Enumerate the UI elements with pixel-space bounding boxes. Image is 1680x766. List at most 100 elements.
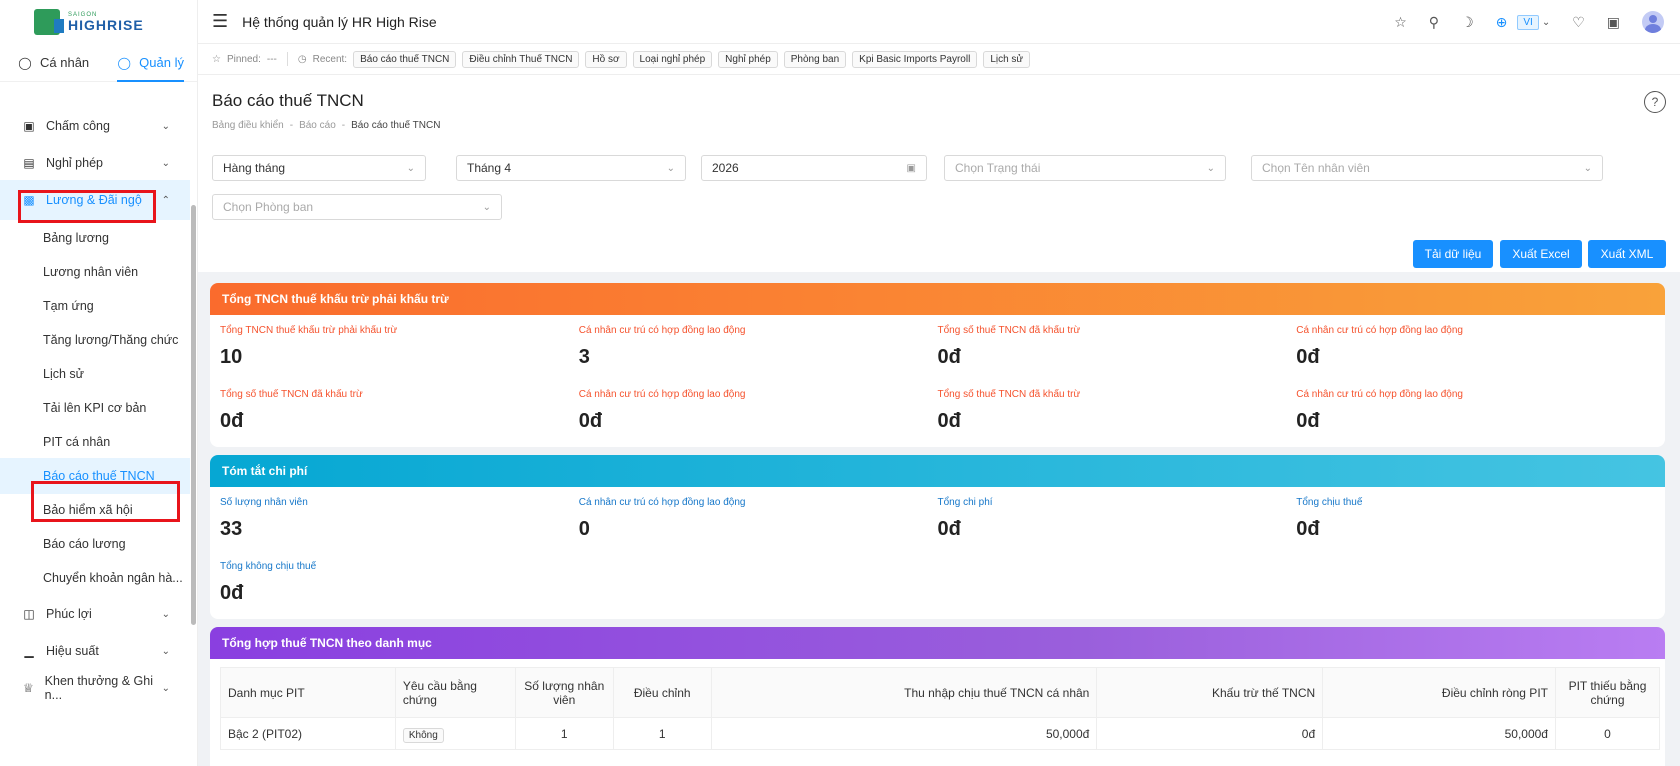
money-icon: ▩: [23, 193, 35, 207]
stat-label: Tổng TNCN thuế khấu trừ phải khấu trừ: [220, 325, 398, 336]
status-select[interactable]: Chọn Trạng thái ⌄: [944, 155, 1226, 181]
recent-chip[interactable]: Lịch sử: [983, 50, 1031, 68]
stat-label: Cá nhân cư trú có hợp đồng lao động: [578, 325, 746, 336]
stat-value: 0đ: [1296, 518, 1320, 540]
stat-item: Tổng TNCN thuế khấu trừ phải khấu trừ 10: [220, 315, 579, 379]
category-table: Danh mục PIT Yêu cầu bằng chứng Số lượng…: [220, 667, 1661, 750]
stat-item: Tổng không chịu thuế 0đ: [220, 551, 579, 615]
month-select[interactable]: Tháng 4 ⌄: [456, 155, 686, 181]
calendar-icon[interactable]: ▣: [1607, 14, 1620, 31]
breadcrumb-link[interactable]: Báo cáo: [299, 120, 336, 131]
cell-employees: 1: [514, 717, 614, 750]
chevron-down-icon: ⌄: [161, 120, 170, 132]
recent-chip[interactable]: Hồ sơ: [585, 50, 627, 68]
page-title: Báo cáo thuế TNCN: [212, 91, 364, 110]
card-title: Tóm tắt chi phí: [210, 455, 1665, 487]
user-icon: ◯: [117, 55, 131, 70]
sidebar-subitem-history[interactable]: Lịch sử: [0, 356, 190, 392]
card-title: Tổng hợp thuế TNCN theo danh mục: [210, 627, 1665, 659]
bell-icon[interactable]: ♡: [1572, 14, 1585, 31]
column-header: Thu nhập chịu thuế TNCN cá nhân: [710, 667, 1098, 718]
stat-value: 0đ: [937, 518, 961, 540]
pin-icon: ☆: [212, 53, 221, 65]
sidebar-scrollbar[interactable]: [191, 205, 196, 625]
sidebar-item-performance[interactable]: ▁ Hiệu suất ⌄: [0, 631, 190, 671]
cost-summary-card: Tóm tắt chi phí Số lượng nhân viên 33 Cá …: [210, 455, 1665, 619]
evidence-tag: Không: [402, 727, 444, 743]
page-header: Báo cáo thuế TNCN Bảng điều khiển - Báo …: [198, 75, 1680, 142]
car-icon: ▤: [23, 156, 35, 170]
avatar[interactable]: [1642, 11, 1664, 33]
chevron-down-icon: ⌄: [406, 162, 415, 174]
menu-toggle-icon[interactable]: ☰: [212, 11, 228, 32]
breadcrumb-link[interactable]: Bảng điều khiển: [212, 120, 284, 131]
load-data-button[interactable]: Tải dữ liệu: [1413, 240, 1493, 268]
chevron-down-icon: ⌄: [1206, 162, 1215, 174]
sidebar-subitem-kpi-upload[interactable]: Tải lên KPI cơ bản: [0, 390, 190, 426]
table-header-row: Danh mục PIT Yêu cầu bằng chứng Số lượng…: [220, 667, 1661, 718]
year-picker[interactable]: 2026 ▣: [701, 155, 927, 181]
status-placeholder: Chọn Trạng thái: [955, 161, 1041, 175]
gift-icon: ◫: [23, 607, 35, 621]
cell-missing-evidence: 0: [1554, 717, 1661, 750]
cell-category: Bậc 2 (PIT02): [220, 717, 396, 750]
sidebar-item-rewards[interactable]: ♕ Khen thưởng & Ghi n... ⌄: [0, 668, 190, 708]
tab-manager[interactable]: ◯ Quản lý: [117, 44, 184, 82]
employee-select[interactable]: Chọn Tên nhân viên ⌄: [1251, 155, 1603, 181]
sidebar-item-payroll[interactable]: ▩ Lương & Đãi ngộ ⌃: [0, 180, 190, 220]
stat-item: Cá nhân cư trú có hợp đồng lao động 3: [579, 315, 938, 379]
company-logo[interactable]: SAIGON HIGHRISE: [0, 0, 197, 44]
language-selector[interactable]: VI ⌄: [1517, 14, 1551, 30]
department-placeholder: Chọn Phòng ban: [223, 200, 314, 214]
sidebar-subitem-advance[interactable]: Tạm ứng: [0, 288, 190, 324]
recent-chip[interactable]: Điều chỉnh Thuế TNCN: [462, 50, 580, 68]
help-icon[interactable]: ?: [1644, 91, 1666, 113]
stat-value: 0đ: [937, 410, 961, 432]
sidebar-subitem-personal-pit[interactable]: PIT cá nhân: [0, 424, 190, 460]
recent-chip[interactable]: Báo cáo thuế TNCN: [353, 50, 457, 68]
table-row[interactable]: Bậc 2 (PIT02) Không 1 1 50,000đ 0đ 50,00…: [220, 717, 1661, 750]
breadcrumb-current: Báo cáo thuế TNCN: [351, 120, 441, 131]
sidebar-subitem-bank-transfer[interactable]: Chuyển khoản ngân hà...: [0, 560, 190, 596]
month-value: Tháng 4: [467, 161, 512, 175]
stat-value: 0đ: [578, 410, 603, 432]
sidebar-subitem-raise[interactable]: Tăng lương/Thăng chức: [0, 322, 190, 358]
sidebar-item-benefits[interactable]: ◫ Phúc lợi ⌄: [0, 594, 190, 634]
stat-value: 33: [220, 518, 243, 540]
calendar-icon: ▣: [23, 119, 35, 133]
star-icon[interactable]: ☆: [1394, 14, 1407, 31]
year-value: 2026: [712, 161, 739, 175]
add-circle-icon[interactable]: ⊕: [1496, 14, 1508, 31]
sidebar-item-leave[interactable]: ▤ Nghỉ phép ⌄: [0, 143, 190, 183]
pinned-value: ---: [266, 53, 277, 65]
recent-chip[interactable]: Phòng ban: [783, 50, 847, 68]
stat-item: Cá nhân cư trú có hợp đồng lao động 0đ: [1296, 379, 1655, 443]
recent-chip[interactable]: Kpi Basic Imports Payroll: [852, 50, 978, 68]
recent-chip[interactable]: Nghỉ phép: [718, 50, 778, 68]
sidebar-subitem-employee-salary[interactable]: Lương nhân viên: [0, 254, 190, 290]
sidebar-subitem-salary-report[interactable]: Báo cáo lương: [0, 526, 190, 562]
sidebar-subitem-pit-report[interactable]: Báo cáo thuế TNCN: [0, 458, 190, 494]
stat-label: Tổng số thuế TNCN đã khấu trừ: [220, 389, 363, 400]
stat-label: Số lượng nhân viên: [220, 497, 308, 508]
stat-value: 0đ: [937, 346, 961, 368]
tab-personal[interactable]: ◯ Cá nhân: [18, 44, 89, 82]
chevron-up-icon: ⌃: [161, 194, 170, 206]
search-icon[interactable]: ⚲: [1429, 14, 1439, 31]
export-excel-button[interactable]: Xuất Excel: [1500, 240, 1582, 268]
stat-item: Tổng chi phí 0đ: [938, 487, 1297, 551]
chevron-down-icon: ⌄: [1583, 162, 1592, 174]
export-xml-button[interactable]: Xuất XML: [1588, 240, 1666, 268]
sidebar-item-timekeeping[interactable]: ▣ Chấm công ⌄: [0, 106, 190, 146]
chevron-down-icon: ⌄: [1541, 16, 1551, 28]
dark-mode-icon[interactable]: ☽: [1461, 14, 1474, 31]
department-select[interactable]: Chọn Phòng ban ⌄: [212, 194, 502, 220]
period-select[interactable]: Hàng tháng ⌄: [212, 155, 426, 181]
sidebar-subitem-payroll-table[interactable]: Bảng lương: [0, 220, 190, 256]
recent-chip[interactable]: Loại nghỉ phép: [632, 50, 713, 68]
column-header: Khấu trừ thế TNCN: [1096, 667, 1324, 718]
sidebar-subitem-social-insurance[interactable]: Bảo hiểm xã hội: [0, 492, 190, 528]
cell-net-adjustment: 50,000đ: [1322, 717, 1556, 750]
stat-label: Tổng số thuế TNCN đã khấu trừ: [937, 325, 1081, 336]
column-header: Số lượng nhân viên: [514, 667, 614, 718]
